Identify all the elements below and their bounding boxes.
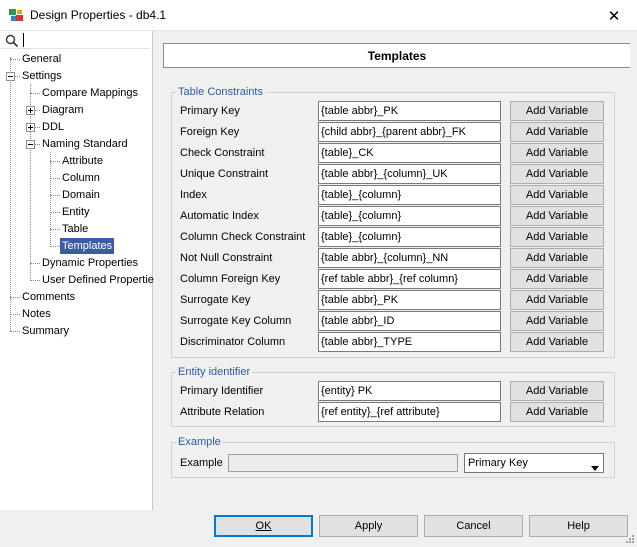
tree-item-user-defined-properties[interactable]: User Defined Propertie [40,272,156,288]
tree-item-dynamic-properties[interactable]: Dynamic Properties [40,255,140,271]
tree-item-settings[interactable]: Settings [20,68,64,84]
collapse-icon[interactable] [26,140,35,149]
app-icon [8,8,24,24]
content-panel: Templates Table Constraints Primary Key … [153,31,637,510]
title-bar[interactable]: Design Properties - db4.1 ✕ [0,0,637,31]
collapse-icon[interactable] [6,72,15,81]
page-title: Templates [163,43,631,68]
discriminator-column-template-input[interactable] [318,332,501,352]
primary-identifier-template-input[interactable] [318,381,501,401]
cancel-button-label: Cancel [456,520,491,532]
dropdown-arrow-icon [591,460,599,471]
properties-tree: General Settings Compare Mappings Diagra… [0,51,156,361]
table-constraints-legend: Table Constraints [176,85,265,99]
index-template-input[interactable] [318,185,501,205]
expand-icon[interactable] [26,123,35,132]
add-variable-button[interactable]: Add Variable [510,269,604,289]
entity-identifier-legend: Entity identifier [176,365,253,379]
field-label: Automatic Index [180,210,259,222]
search-input[interactable] [23,33,147,47]
search-box[interactable] [1,32,149,49]
field-label: Primary Identifier [180,385,264,397]
tree-item-domain[interactable]: Domain [60,187,102,203]
close-button[interactable]: ✕ [591,0,637,31]
add-variable-button[interactable]: Add Variable [510,122,604,142]
example-group: Example Example Primary Key [171,435,615,478]
tree-item-entity[interactable]: Entity [60,204,92,220]
window-title: Design Properties - db4.1 [30,8,167,22]
add-variable-button[interactable]: Add Variable [510,227,604,247]
field-label: Column Check Constraint [180,231,306,243]
help-button[interactable]: Help [529,515,628,537]
tree-item-diagram[interactable]: Diagram [40,102,86,118]
column-foreign-key-template-input[interactable] [318,269,501,289]
check-constraint-template-input[interactable] [318,143,501,163]
apply-button[interactable]: Apply [319,515,418,537]
ok-button[interactable]: OK [214,515,313,537]
primary-key-template-input[interactable] [318,101,501,121]
entity-identifier-group: Entity identifier Primary Identifier Add… [171,365,615,427]
tree-item-summary[interactable]: Summary [20,323,71,339]
tree-item-templates[interactable]: Templates [60,238,115,254]
add-variable-button[interactable]: Add Variable [510,185,604,205]
tree-item-ddl[interactable]: DDL [40,119,66,135]
add-variable-button[interactable]: Add Variable [510,164,604,184]
attribute-relation-template-input[interactable] [318,402,501,422]
field-label: Attribute Relation [180,406,265,418]
tree-item-general[interactable]: General [20,51,63,67]
apply-button-label: Apply [354,520,383,532]
field-label: Unique Constraint [180,168,269,180]
tree-item-attribute[interactable]: Attribute [60,153,105,169]
example-output-field [228,454,458,472]
field-label: Column Foreign Key [180,273,281,285]
close-icon: ✕ [607,7,621,25]
expand-icon[interactable] [26,106,35,115]
add-variable-button[interactable]: Add Variable [510,143,604,163]
example-select-value: Primary Key [468,457,528,469]
surrogate-key-column-template-input[interactable] [318,311,501,331]
example-label: Example [180,457,223,469]
example-type-select[interactable]: Primary Key [464,453,604,473]
ok-button-label: OK [255,520,272,532]
resize-grip-icon[interactable] [625,534,635,544]
surrogate-key-template-input[interactable] [318,290,501,310]
add-variable-button[interactable]: Add Variable [510,311,604,331]
window-edge [630,31,637,510]
dialog-button-bar: OK Apply Cancel Help [0,510,637,546]
automatic-index-template-input[interactable] [318,206,501,226]
tree-item-comments[interactable]: Comments [20,289,77,305]
add-variable-button[interactable]: Add Variable [510,332,604,352]
tree-item-notes[interactable]: Notes [20,306,53,322]
add-variable-button[interactable]: Add Variable [510,101,604,121]
search-icon [5,34,19,48]
column-check-constraint-template-input[interactable] [318,227,501,247]
field-label: Index [180,189,207,201]
foreign-key-template-input[interactable] [318,122,501,142]
tree-item-table[interactable]: Table [60,221,90,237]
add-variable-button[interactable]: Add Variable [510,290,604,310]
field-label: Surrogate Key Column [180,315,292,327]
tree-item-column[interactable]: Column [60,170,102,186]
field-label: Foreign Key [180,126,240,138]
field-label: Not Null Constraint [180,252,273,264]
example-legend: Example [176,435,223,449]
add-variable-button[interactable]: Add Variable [510,402,604,422]
field-label: Surrogate Key [180,294,251,306]
field-label: Check Constraint [180,147,265,159]
add-variable-button[interactable]: Add Variable [510,206,604,226]
field-label: Primary Key [180,105,240,117]
add-variable-button[interactable]: Add Variable [510,248,604,268]
cancel-button[interactable]: Cancel [424,515,523,537]
navigation-panel: General Settings Compare Mappings Diagra… [0,31,156,510]
help-button-label: Help [567,520,590,532]
tree-item-compare-mappings[interactable]: Compare Mappings [40,85,140,101]
unique-constraint-template-input[interactable] [318,164,501,184]
table-constraints-group: Table Constraints Primary Key Add Variab… [171,85,615,358]
tree-item-naming-standard[interactable]: Naming Standard [40,136,130,152]
not-null-constraint-template-input[interactable] [318,248,501,268]
add-variable-button[interactable]: Add Variable [510,381,604,401]
field-label: Discriminator Column [180,336,286,348]
